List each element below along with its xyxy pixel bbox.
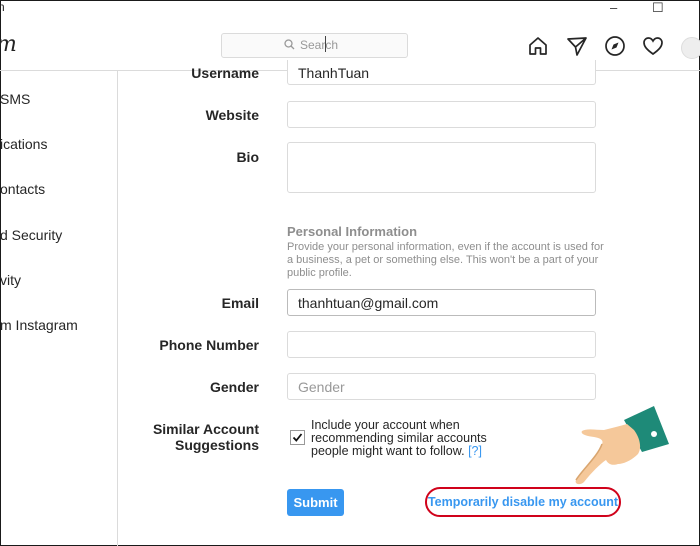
explore-compass-icon[interactable] xyxy=(604,35,626,57)
username-label: Username xyxy=(191,65,259,81)
sidebar-item-contacts[interactable]: ontacts xyxy=(0,181,45,197)
maximize-button[interactable]: ☐ xyxy=(652,1,664,15)
pointing-hand-icon xyxy=(575,406,669,485)
settings-sidebar: SMS ications ontacts d Security vity m I… xyxy=(0,71,118,546)
similar-accounts-checkbox[interactable] xyxy=(290,430,305,445)
gender-field[interactable]: Gender xyxy=(287,373,596,400)
title-bar: n – ☐ xyxy=(0,0,700,18)
similar-account-label-line2: Suggestions xyxy=(174,437,259,453)
email-field[interactable]: thanhtuan@gmail.com xyxy=(287,289,596,316)
sidebar-item-activity[interactable]: vity xyxy=(0,272,21,288)
personal-info-description: Provide your personal information, even … xyxy=(287,241,604,279)
checkmark-icon xyxy=(292,433,303,442)
similar-account-label-line1: Similar Account xyxy=(152,421,259,437)
bio-label: Bio xyxy=(236,149,259,165)
sidebar-item-instagram[interactable]: m Instagram xyxy=(0,317,78,333)
phone-number-label: Phone Number xyxy=(159,337,259,353)
heart-icon[interactable] xyxy=(642,35,664,57)
help-link[interactable]: [?] xyxy=(468,444,482,458)
instagram-logo[interactable]: m xyxy=(0,32,17,57)
similar-accounts-text: Include your account when recommending s… xyxy=(311,419,501,458)
personal-info-title: Personal Information xyxy=(287,224,418,239)
website-field[interactable] xyxy=(287,101,596,128)
username-field[interactable]: ThanhTuan xyxy=(287,60,596,85)
temporarily-disable-account-link[interactable]: Temporarily disable my account xyxy=(425,487,621,517)
sidebar-item-notifications[interactable]: ications xyxy=(0,136,47,152)
profile-avatar[interactable] xyxy=(681,37,700,59)
similar-accounts-description: Include your account when recommending s… xyxy=(311,418,487,458)
search-placeholder: Search xyxy=(300,38,339,52)
home-icon[interactable] xyxy=(527,35,549,57)
search-input[interactable]: Search xyxy=(221,33,408,58)
phone-number-field[interactable] xyxy=(287,331,596,358)
bio-textarea[interactable] xyxy=(287,142,596,193)
minimize-button[interactable]: – xyxy=(610,1,617,15)
text-cursor-icon xyxy=(325,36,326,52)
search-icon xyxy=(284,39,295,50)
direct-message-icon[interactable] xyxy=(566,35,588,57)
gender-label: Gender xyxy=(209,379,259,395)
email-label: Email xyxy=(221,295,259,311)
sidebar-item-sms[interactable]: SMS xyxy=(0,91,30,107)
window-title: n xyxy=(0,0,5,14)
sidebar-item-security[interactable]: d Security xyxy=(0,227,62,243)
website-label: Website xyxy=(205,107,259,123)
submit-button[interactable]: Submit xyxy=(287,489,344,516)
